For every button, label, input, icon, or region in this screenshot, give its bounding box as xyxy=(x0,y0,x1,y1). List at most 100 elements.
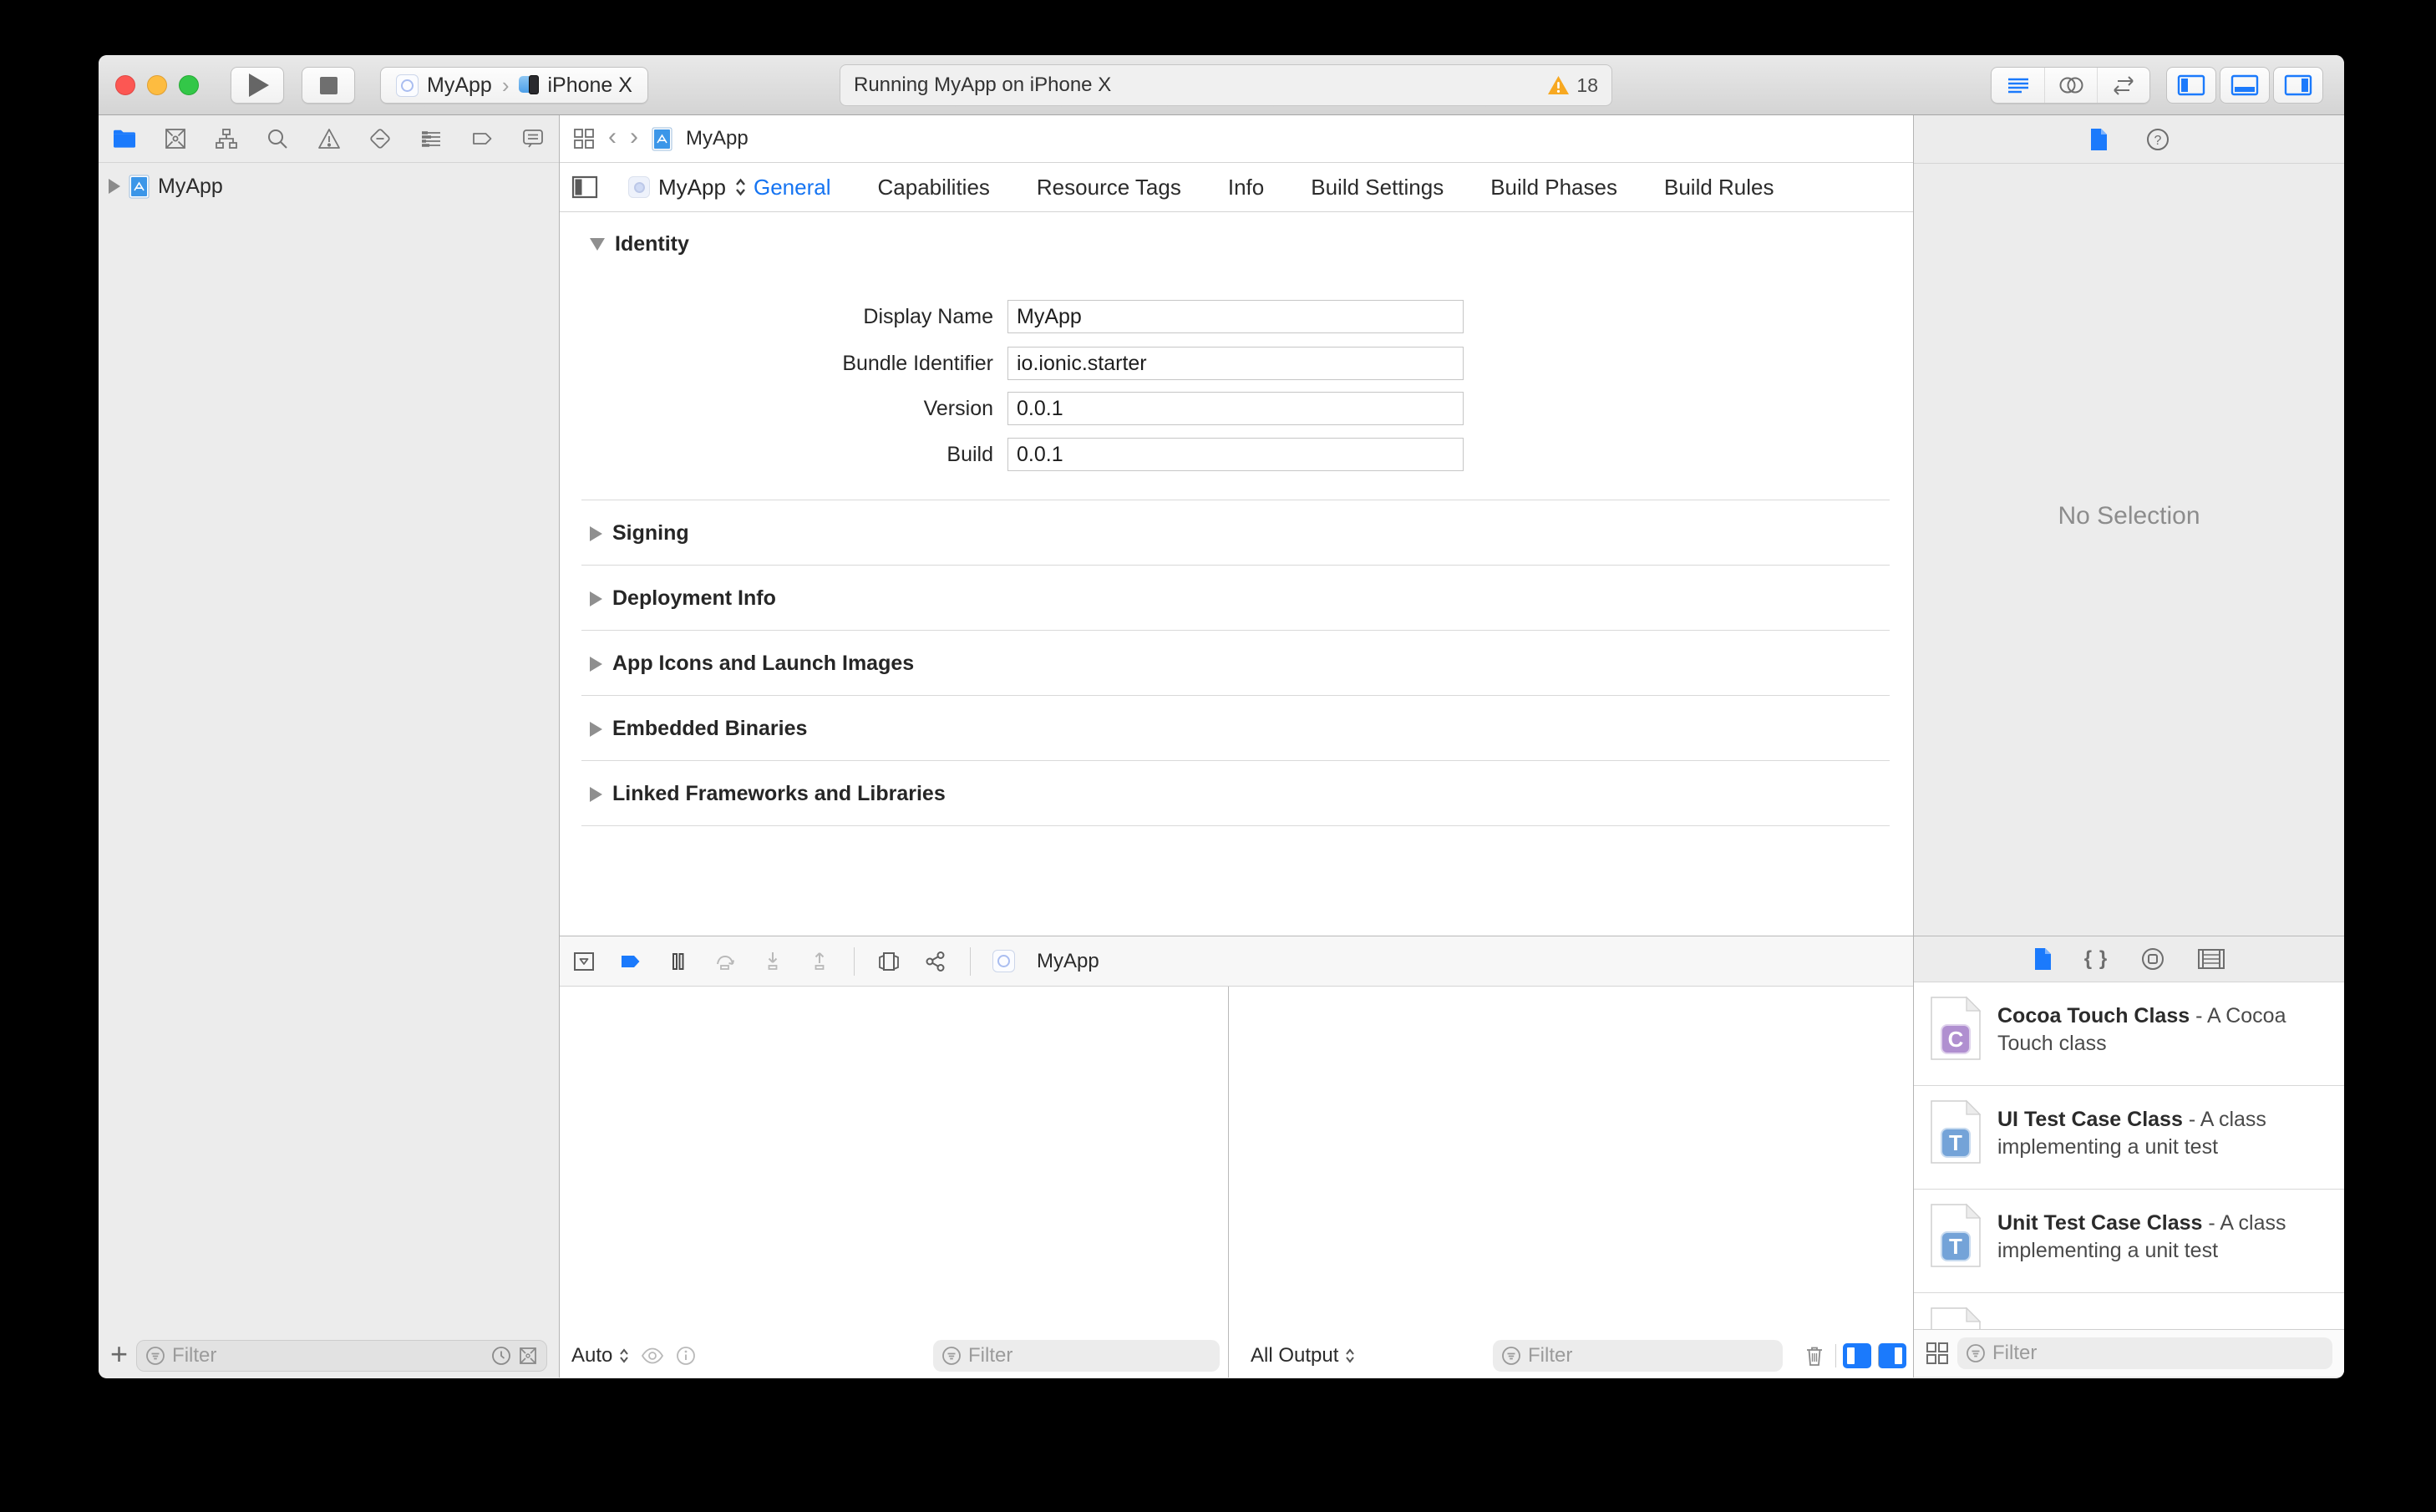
identity-section-title: Identity xyxy=(615,232,689,256)
tab-build-phases[interactable]: Build Phases xyxy=(1490,175,1617,200)
pause-execution-button[interactable] xyxy=(665,949,690,974)
bundle-identifier-field[interactable] xyxy=(1007,347,1464,380)
editor-mode-segment xyxy=(1991,67,2150,104)
issue-navigator-tab[interactable] xyxy=(317,126,342,151)
console-view[interactable] xyxy=(1228,987,1913,1334)
console-filter-input[interactable] xyxy=(1528,1344,1774,1367)
template-unit-test-case-class[interactable]: T Unit Test Case Class - A class impleme… xyxy=(1914,1190,2344,1293)
tab-capabilities[interactable]: Capabilities xyxy=(878,175,990,200)
go-back-button[interactable]: ‹ xyxy=(608,123,617,151)
console-filter-field[interactable] xyxy=(1493,1340,1783,1372)
console-scope-popup[interactable]: All Output xyxy=(1251,1344,1355,1367)
tab-general[interactable]: General xyxy=(754,175,831,200)
toggle-utilities-button[interactable] xyxy=(2273,67,2323,104)
view-debugger-button[interactable] xyxy=(876,949,901,974)
debug-process-name[interactable]: MyApp xyxy=(1037,950,1099,973)
assistant-editor-button[interactable] xyxy=(2044,68,2097,103)
library-filter-field[interactable] xyxy=(1957,1337,2332,1369)
tab-info[interactable]: Info xyxy=(1228,175,1264,200)
disclosure-closed-icon[interactable] xyxy=(590,525,602,541)
add-button[interactable]: + xyxy=(110,1339,128,1369)
test-navigator-tab[interactable] xyxy=(368,126,393,151)
run-button[interactable] xyxy=(231,67,284,104)
build-field[interactable] xyxy=(1007,438,1464,471)
section-signing[interactable]: Signing xyxy=(560,500,1913,565)
project-editor-sidebar-toggle[interactable] xyxy=(571,175,598,199)
identity-section-header[interactable]: Identity xyxy=(590,232,689,256)
navigator-filter-field[interactable] xyxy=(136,1340,547,1372)
print-description-info-icon[interactable] xyxy=(676,1346,696,1366)
tab-build-settings[interactable]: Build Settings xyxy=(1311,175,1444,200)
hide-debug-area-button[interactable] xyxy=(571,949,596,974)
memory-graph-button[interactable] xyxy=(923,949,948,974)
jump-bar-file-name[interactable]: MyApp xyxy=(686,127,749,150)
disclosure-closed-icon[interactable] xyxy=(590,786,602,802)
variables-view[interactable] xyxy=(560,987,1228,1334)
library-filter-input[interactable] xyxy=(1992,1342,2324,1365)
version-row: Version xyxy=(560,392,993,425)
report-navigator-tab[interactable] xyxy=(520,126,546,151)
template-description: Cocoa Touch Class - A Cocoa Touch class xyxy=(1997,1002,2331,1058)
file-inspector-tab[interactable] xyxy=(2088,127,2109,152)
section-embedded-binaries[interactable]: Embedded Binaries xyxy=(560,695,1913,760)
section-linked-frameworks[interactable]: Linked Frameworks and Libraries xyxy=(560,760,1913,825)
source-control-navigator-tab[interactable] xyxy=(163,126,188,151)
template-ui-test-case-class[interactable]: T UI Test Case Class - A class implement… xyxy=(1914,1086,2344,1190)
project-row[interactable]: MyApp xyxy=(99,171,559,201)
standard-editor-button[interactable] xyxy=(1992,68,2044,103)
quicklook-eye-icon[interactable] xyxy=(641,1347,664,1365)
disclosure-triangle-icon[interactable] xyxy=(109,179,120,194)
template-partial-item[interactable] xyxy=(1914,1293,2344,1329)
step-out-button[interactable] xyxy=(807,949,832,974)
code-snippet-library-tab[interactable]: { } xyxy=(2084,947,2109,971)
template-cocoa-touch-class[interactable]: C Cocoa Touch Class - A Cocoa Touch clas… xyxy=(1914,982,2344,1086)
stop-button[interactable] xyxy=(302,67,355,104)
toggle-navigator-button[interactable] xyxy=(2166,67,2216,104)
display-name-field[interactable] xyxy=(1007,300,1464,333)
grid-view-icon[interactable] xyxy=(1926,1342,1949,1365)
breakpoints-toggle-button[interactable] xyxy=(618,949,643,974)
show-variables-pane-button[interactable] xyxy=(1843,1343,1871,1368)
file-template-library-tab[interactable] xyxy=(2033,946,2053,972)
media-library-tab[interactable] xyxy=(2197,948,2225,970)
variables-scope-popup[interactable]: Auto xyxy=(571,1344,629,1367)
related-items-icon[interactable] xyxy=(573,128,595,150)
debug-navigator-tab[interactable] xyxy=(419,126,444,151)
step-over-button[interactable] xyxy=(712,949,738,974)
warning-badge[interactable]: 18 xyxy=(1547,74,1598,97)
variables-filter-input[interactable] xyxy=(968,1344,1211,1367)
go-forward-button[interactable]: › xyxy=(630,123,638,151)
recent-files-clock-icon[interactable] xyxy=(491,1346,511,1366)
quick-help-inspector-tab[interactable]: ? xyxy=(2145,127,2170,152)
close-window-button[interactable] xyxy=(115,75,135,95)
tab-resource-tags[interactable]: Resource Tags xyxy=(1037,175,1181,200)
section-deployment-info[interactable]: Deployment Info xyxy=(560,565,1913,630)
disclosure-closed-icon[interactable] xyxy=(590,656,602,672)
breakpoint-navigator-tab[interactable] xyxy=(469,126,495,151)
show-console-pane-button[interactable] xyxy=(1878,1343,1906,1368)
symbol-navigator-tab[interactable] xyxy=(214,126,239,151)
target-selector[interactable]: MyApp xyxy=(628,175,747,200)
project-navigator-tab[interactable] xyxy=(112,126,137,151)
play-icon xyxy=(249,74,269,97)
scheme-selector[interactable]: MyApp › iPhone X xyxy=(380,67,648,104)
navigator-filter-input[interactable] xyxy=(172,1344,485,1367)
version-editor-button[interactable] xyxy=(2097,68,2149,103)
clear-console-button[interactable] xyxy=(1804,1344,1825,1367)
object-library-tab[interactable] xyxy=(2140,946,2165,972)
disclosure-open-icon[interactable] xyxy=(590,238,605,251)
source-control-status-icon[interactable] xyxy=(518,1346,538,1366)
warning-triangle-icon xyxy=(1548,76,1570,94)
toggle-debug-area-button[interactable] xyxy=(2220,67,2270,104)
variables-filter-field[interactable] xyxy=(933,1340,1220,1372)
filter-icon xyxy=(942,1347,961,1365)
step-into-button[interactable] xyxy=(760,949,785,974)
find-navigator-tab[interactable] xyxy=(265,126,290,151)
version-field[interactable] xyxy=(1007,392,1464,425)
zoom-window-button[interactable] xyxy=(179,75,199,95)
minimize-window-button[interactable] xyxy=(147,75,167,95)
tab-build-rules[interactable]: Build Rules xyxy=(1664,175,1774,200)
disclosure-closed-icon[interactable] xyxy=(590,721,602,737)
disclosure-closed-icon[interactable] xyxy=(590,591,602,606)
section-app-icons[interactable]: App Icons and Launch Images xyxy=(560,630,1913,695)
